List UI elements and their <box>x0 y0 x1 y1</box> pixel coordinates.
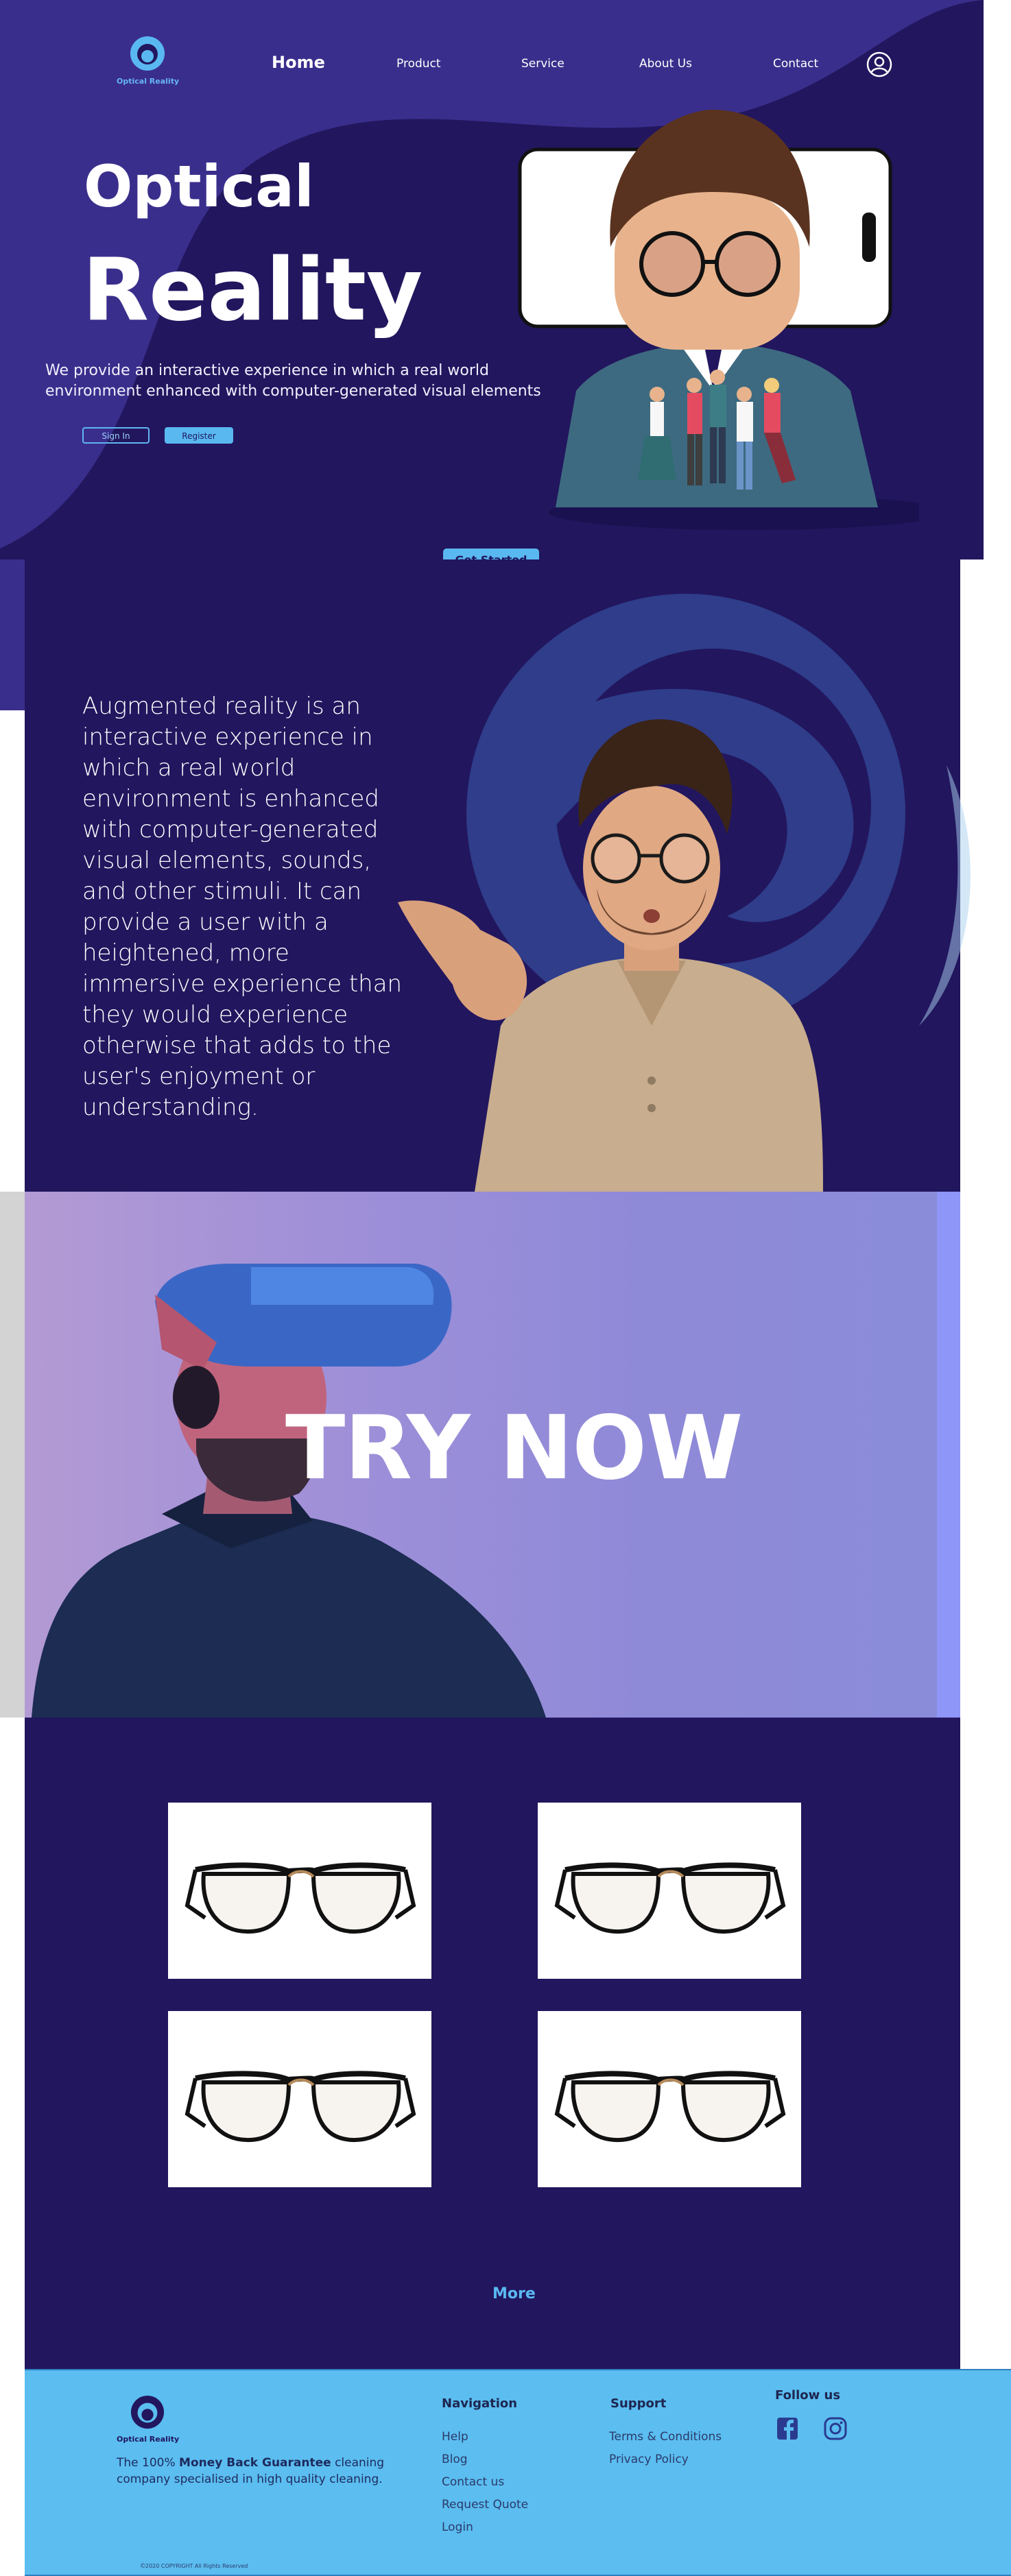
instagram-icon[interactable] <box>823 2416 848 2441</box>
user-circle-icon[interactable] <box>866 51 893 78</box>
eye-ring-icon <box>130 2395 165 2429</box>
footer-support-list: Terms & Conditions Privacy Policy <box>609 2426 722 2471</box>
glasses-image <box>185 1862 416 1934</box>
try-now-section: TRY NOW <box>0 1192 1011 1718</box>
hero-section: Optical Reality Home Product Service Abo… <box>0 0 984 559</box>
try-now-cta[interactable]: TRY NOW <box>285 1397 743 1500</box>
nav-product-link[interactable]: Product <box>396 57 441 71</box>
nav-contact-link[interactable]: Contact <box>773 57 818 71</box>
nav-home-link[interactable]: Home <box>272 53 325 72</box>
hero-title-line-1: Optical <box>84 153 314 220</box>
product-card[interactable] <box>538 2011 801 2187</box>
copyright-text: 2020 COPYRIGHT All Rights Reserved <box>145 2563 248 2569</box>
nav-about-link[interactable]: About Us <box>639 57 692 71</box>
facebook-icon[interactable] <box>776 2417 798 2440</box>
footer-logo[interactable]: Optical Reality <box>117 2395 180 2444</box>
try-now-right-stripe <box>937 1192 960 1718</box>
ar-phone-illustration <box>518 110 919 530</box>
footer-link-privacy[interactable]: Privacy Policy <box>609 2448 722 2471</box>
footer-link-blog[interactable]: Blog <box>442 2448 528 2471</box>
glasses-image <box>185 2071 416 2143</box>
try-now-left-margin <box>0 1192 25 1718</box>
hero-title-line-2: Reality <box>82 239 423 340</box>
glasses-image <box>554 2071 786 2143</box>
products-section: More <box>25 1718 960 2369</box>
about-description: Augmented reality is an interactive expe… <box>82 693 403 1121</box>
eye-ring-icon <box>130 36 165 71</box>
try-now-banner: TRY NOW <box>25 1192 960 1718</box>
glasses-image <box>554 1862 786 1934</box>
footer-desc-prefix: The 100% <box>117 2456 180 2470</box>
more-link[interactable]: More <box>492 2285 536 2302</box>
man-with-glasses-photo <box>398 719 823 1192</box>
footer-top-border <box>25 2369 1011 2370</box>
footer: Optical Reality The 100% Money Back Guar… <box>25 2369 1011 2576</box>
logo[interactable]: Optical Reality <box>117 36 180 86</box>
footer-link-login[interactable]: Login <box>442 2516 528 2539</box>
register-button[interactable]: Register <box>165 427 233 444</box>
footer-follow-heading: Follow us <box>775 2388 841 2403</box>
footer-navigation-list: Help Blog Contact us Request Quote Login <box>442 2426 528 2539</box>
footer-support-heading: Support <box>610 2396 667 2411</box>
nav-service-link[interactable]: Service <box>521 57 564 71</box>
footer-desc-bold: Money Back Guarantee <box>179 2456 331 2470</box>
footer-link-contact[interactable]: Contact us <box>442 2471 528 2494</box>
footer-navigation-heading: Navigation <box>442 2396 518 2411</box>
product-card[interactable] <box>168 1803 431 1979</box>
product-card[interactable] <box>538 1803 801 1979</box>
get-started-button[interactable]: Get Started <box>443 549 539 559</box>
footer-link-terms[interactable]: Terms & Conditions <box>609 2426 722 2448</box>
product-card[interactable] <box>168 2011 431 2187</box>
hero-description: We provide an interactive experience in … <box>45 362 541 400</box>
sign-in-button[interactable]: Sign In <box>82 427 150 444</box>
about-section: Augmented reality is an interactive expe… <box>0 559 1011 1192</box>
footer-description: The 100% Money Back Guarantee cleaning c… <box>117 2455 405 2488</box>
footer-link-help[interactable]: Help <box>442 2426 528 2448</box>
footer-logo-text: Optical Reality <box>117 2435 180 2444</box>
logo-text: Optical Reality <box>117 77 180 86</box>
footer-link-request-quote[interactable]: Request Quote <box>442 2494 528 2516</box>
